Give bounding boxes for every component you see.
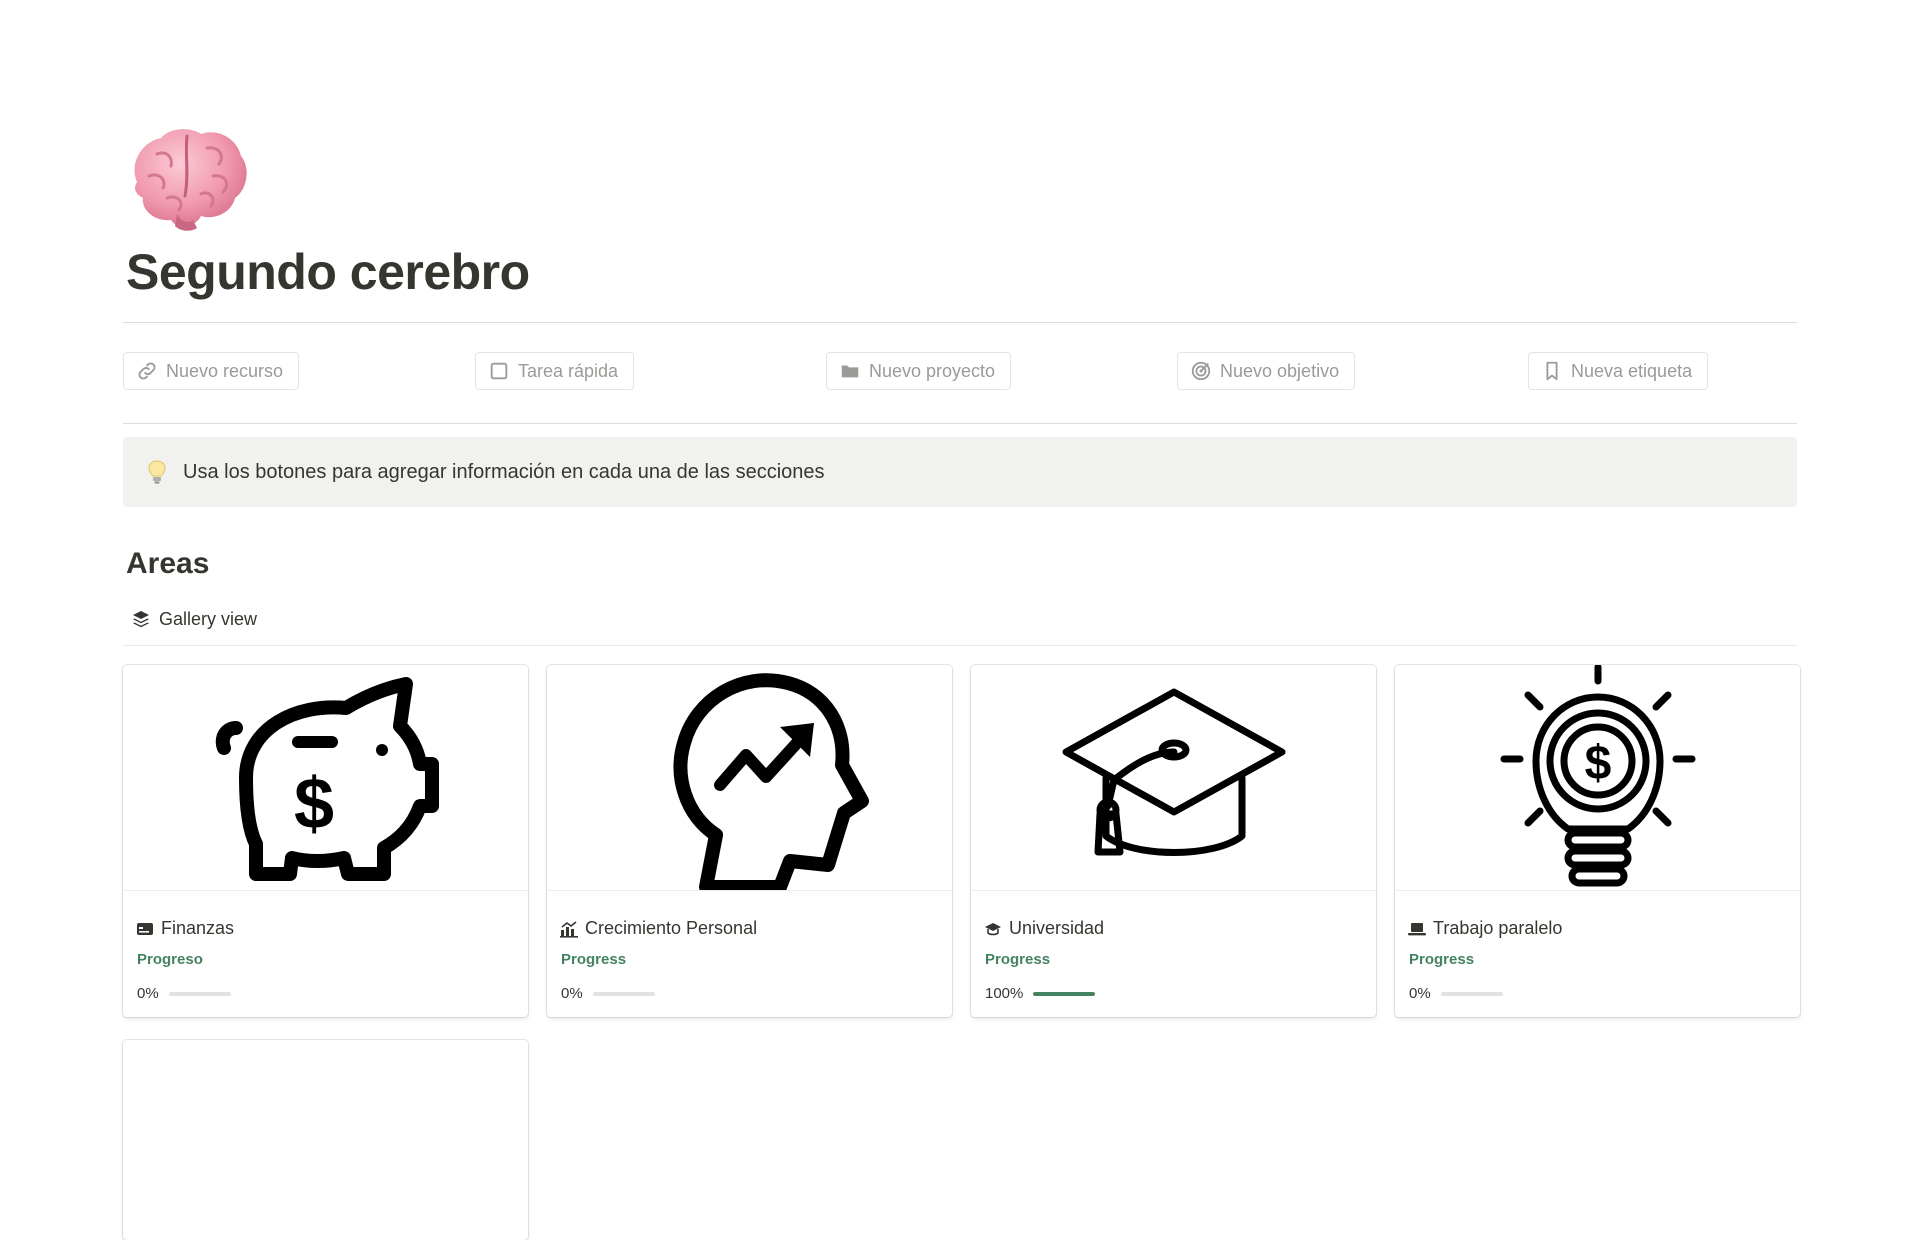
gallery-view-tab[interactable]: Gallery view xyxy=(132,604,257,634)
new-tag-button[interactable]: Nueva etiqueta xyxy=(1528,352,1709,390)
callout-text: Usa los botones para agregar información… xyxy=(183,460,825,483)
growth-chart-icon xyxy=(560,920,578,938)
area-card-crecimiento-personal[interactable]: Crecimiento Personal Progress 0% xyxy=(547,665,952,1017)
head-growth-icon xyxy=(673,673,869,890)
new-resource-label: Nuevo recurso xyxy=(166,360,284,381)
card-name: Trabajo paralelo xyxy=(1433,918,1563,938)
divider xyxy=(123,423,1797,424)
card-title: Trabajo paralelo xyxy=(1408,918,1562,939)
area-card-finanzas[interactable]: $ Finanzas Progreso 0% xyxy=(123,665,528,1017)
card-cover xyxy=(547,665,952,891)
folder-icon xyxy=(841,365,859,378)
progress-label: Progress xyxy=(561,951,627,968)
progress-label: Progreso xyxy=(137,951,203,968)
card-name: Universidad xyxy=(1009,918,1105,938)
progress-value: 0% xyxy=(137,985,159,1002)
brain-emoji-icon[interactable] xyxy=(127,124,251,232)
progress-row: 0% xyxy=(137,985,231,1002)
lightbulb-icon xyxy=(148,460,166,484)
gallery-view-label: Gallery view xyxy=(159,608,258,629)
progress-bar xyxy=(1033,991,1096,996)
quick-action-buttons: Nuevo recurso Tarea rápida Nuevo proyect… xyxy=(123,352,1797,392)
laptop-icon xyxy=(1408,922,1426,935)
progress-row: 0% xyxy=(561,985,655,1002)
quick-task-button[interactable]: Tarea rápida xyxy=(475,352,635,390)
bookmark-icon xyxy=(1546,361,1558,381)
progress-value: 0% xyxy=(1409,985,1431,1002)
progress-value: 100% xyxy=(985,985,1024,1002)
new-project-button[interactable]: Nuevo proyecto xyxy=(826,352,1012,390)
new-tag-label: Nueva etiqueta xyxy=(1571,360,1693,381)
card-cover: $ xyxy=(1395,665,1800,891)
new-project-label: Nuevo proyecto xyxy=(869,360,996,381)
target-icon xyxy=(1191,361,1211,381)
divider xyxy=(123,645,1797,646)
checkbox-icon xyxy=(490,362,508,380)
new-goal-label: Nuevo objetivo xyxy=(1220,360,1340,381)
progress-label: Progress xyxy=(1409,951,1475,968)
card-cover xyxy=(971,665,1376,891)
layers-icon xyxy=(133,611,149,628)
areas-heading: Areas xyxy=(126,547,210,580)
card-name: Crecimiento Personal xyxy=(585,918,758,938)
card-cover: $ xyxy=(123,665,528,891)
money-lightbulb-icon: $ xyxy=(1500,665,1695,887)
svg-text:$: $ xyxy=(293,764,333,844)
page-title: Segundo cerebro xyxy=(126,244,530,300)
callout: Usa los botones para agregar información… xyxy=(123,437,1797,507)
graduation-cap-icon xyxy=(1062,688,1285,856)
progress-fill xyxy=(1033,991,1096,996)
area-card-trabajo-paralelo[interactable]: $ Trabajo paralelo Progress 0% xyxy=(1395,665,1800,1017)
svg-text:$: $ xyxy=(1584,737,1611,790)
new-resource-button[interactable]: Nuevo recurso xyxy=(123,352,300,390)
link-icon xyxy=(138,362,156,380)
card-title: Finanzas xyxy=(136,918,234,939)
progress-bar xyxy=(1440,991,1503,996)
progress-bar xyxy=(168,991,231,996)
area-card-universidad[interactable]: Universidad Progress 100% xyxy=(971,665,1376,1017)
divider xyxy=(123,322,1797,323)
progress-row: 0% xyxy=(1409,985,1503,1002)
progress-label: Progress xyxy=(985,951,1051,968)
new-goal-button[interactable]: Nuevo objetivo xyxy=(1177,352,1356,390)
quick-task-label: Tarea rápida xyxy=(518,360,619,381)
graduation-cap-small-icon xyxy=(985,922,1001,935)
card-icon xyxy=(137,922,153,935)
piggy-bank-icon: $ xyxy=(215,676,439,881)
card-name: Finanzas xyxy=(161,918,235,938)
card-title: Crecimiento Personal xyxy=(560,918,757,939)
progress-row: 100% xyxy=(985,985,1096,1002)
card-title: Universidad xyxy=(984,918,1104,939)
progress-value: 0% xyxy=(561,985,583,1002)
area-card-empty[interactable] xyxy=(123,1040,528,1240)
progress-bar xyxy=(592,991,655,996)
